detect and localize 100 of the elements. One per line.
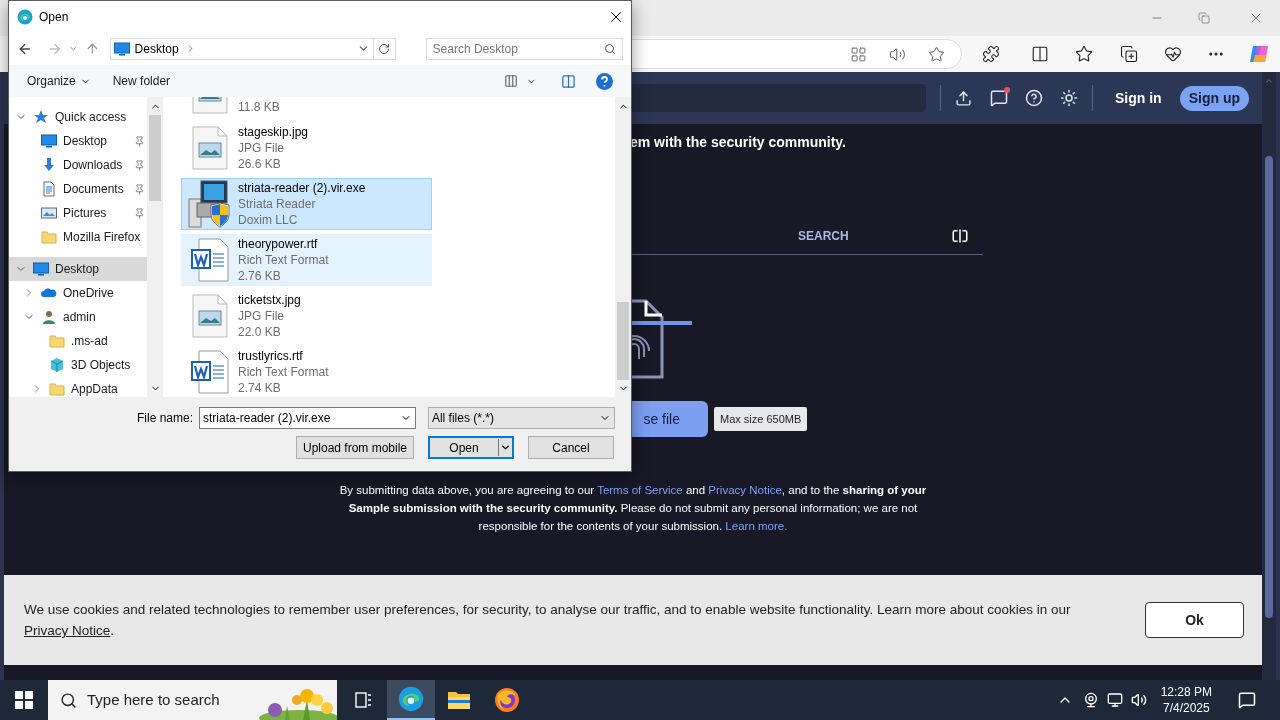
file-item[interactable]: theorypower.rtf Rich Text Format 2.76 KB	[181, 234, 432, 286]
read-aloud-icon[interactable]	[889, 45, 906, 63]
tree-label: Desktop	[55, 261, 100, 278]
messages-icon[interactable]	[990, 89, 1008, 107]
file-item[interactable]: striata-reader (2).vir.exe Striata Reader Doxim LLC	[181, 178, 432, 230]
file-item[interactable]: 11.8 KB	[181, 97, 432, 118]
privacy-link[interactable]: Privacy Notice	[24, 623, 111, 638]
file-name: trustlyrics.rtf	[238, 348, 304, 364]
new-folder-button[interactable]: New folder	[112, 72, 171, 90]
tree-item[interactable]: 3D Objects	[9, 353, 147, 377]
tree-label: admin	[63, 309, 96, 326]
upload-icon[interactable]	[955, 89, 972, 107]
file-detail: 2.74 KB	[238, 380, 282, 396]
refresh-icon[interactable]	[378, 42, 391, 55]
taskbar-app[interactable]	[387, 680, 435, 720]
app-grid-icon[interactable]	[850, 45, 867, 63]
tree-label: .ms-ad	[71, 333, 108, 350]
windows-logo-icon[interactable]	[15, 691, 33, 709]
sign-up-button[interactable]: Sign up	[1179, 85, 1249, 111]
cancel-button[interactable]: Cancel	[528, 436, 614, 459]
tree-item[interactable]: Mozilla Firefox	[9, 225, 147, 249]
tree-item[interactable]: .ms-ad	[9, 329, 147, 353]
collections-icon[interactable]	[1120, 45, 1138, 63]
file-type-dropdown[interactable]: All files (*.*)	[427, 406, 615, 429]
file-detail: Doxim LLC	[238, 212, 299, 228]
tree-item[interactable]: admin	[9, 305, 147, 329]
health-icon[interactable]	[1164, 45, 1182, 63]
tree-label: Quick access	[55, 109, 127, 126]
network-icon[interactable]	[1106, 692, 1123, 708]
file-detail: 11.8 KB	[238, 99, 280, 115]
file-name-input[interactable]: striata-reader (2).vir.exe	[203, 408, 400, 427]
firefox-logo-icon[interactable]	[494, 687, 520, 713]
download-icon	[41, 157, 57, 173]
folder-icon	[41, 229, 57, 245]
scrollbar-thumb[interactable]	[1265, 156, 1273, 618]
address-bar[interactable]: Desktop	[109, 37, 396, 60]
tree-label: Desktop	[63, 133, 108, 150]
volume-icon[interactable]	[1130, 692, 1147, 708]
copilot-logo-icon[interactable]	[1248, 43, 1270, 65]
word-document-icon	[191, 238, 229, 282]
scrollbar-thumb[interactable]	[617, 302, 629, 380]
browser-logo-icon	[398, 686, 424, 712]
notice-link[interactable]: Privacy Notice	[708, 484, 782, 496]
pictures-icon	[41, 205, 57, 221]
file-detail: 22.0 KB	[238, 324, 282, 340]
upload-button[interactable]: Upload from mobile	[296, 436, 414, 459]
up-icon[interactable]	[84, 41, 100, 56]
search-field[interactable]: Search Desktop	[425, 37, 623, 60]
favorite-icon[interactable]	[928, 45, 945, 63]
image-file-icon	[192, 294, 228, 338]
ok-button[interactable]: Ok	[1145, 602, 1244, 638]
webcam-icon[interactable]	[1082, 692, 1099, 708]
scrollbar-thumb[interactable]	[149, 115, 161, 201]
open-button[interactable]: Open	[428, 436, 514, 459]
file-detail: Striata Reader	[238, 196, 317, 212]
taskbar-search-field[interactable]: Type here to search	[48, 680, 337, 720]
tree-label: Documents	[63, 181, 124, 198]
notice-link[interactable]: Terms of Service	[597, 484, 683, 496]
clock[interactable]: 12:28 PM 7/4/2025	[1160, 684, 1212, 716]
cookie-text: We use cookies and related technologies to remember user preferences, for security, to analyse our traffic, and to enable website functionality. Learn more about cookies in our Privacy Notice.	[24, 601, 1072, 640]
image-file-icon	[192, 126, 228, 170]
folder-icon[interactable]	[447, 690, 471, 710]
help-icon[interactable]	[596, 72, 613, 90]
task-view-icon[interactable]	[353, 691, 373, 709]
tree-item[interactable]: AppData	[9, 377, 147, 397]
tree-item[interactable]: Pictures	[9, 201, 147, 225]
favorites-icon[interactable]	[1075, 45, 1093, 63]
monitor-icon	[113, 40, 130, 57]
search-input[interactable]: Search Desktop	[432, 39, 604, 58]
notice-link[interactable]: Learn more.	[725, 520, 788, 532]
file-item[interactable]: ticketstx.jpg JPG File 22.0 KB	[181, 290, 432, 342]
notifications-icon[interactable]	[1238, 691, 1256, 709]
theme-icon[interactable]	[1060, 89, 1078, 107]
tree-item[interactable]: Quick access	[9, 105, 147, 129]
taskbar-search-input[interactable]: Type here to search	[87, 688, 247, 712]
preview-pane-icon[interactable]	[561, 73, 576, 89]
split-screen-icon[interactable]	[1031, 45, 1049, 63]
caret-icon[interactable]	[500, 442, 511, 453]
tree-label: AppData	[71, 381, 118, 397]
tab[interactable]: SEARCH	[798, 226, 849, 245]
tree-item[interactable]: Documents	[9, 177, 147, 201]
tree-item[interactable]: Desktop	[9, 129, 147, 153]
organize-button[interactable]: Organize	[27, 72, 91, 90]
file-item[interactable]: stageskip.jpg JPG File 26.6 KB	[181, 122, 432, 174]
location-crumb[interactable]: Desktop	[134, 39, 179, 58]
sign-in-button[interactable]: Sign in	[1115, 87, 1162, 109]
split-icon[interactable]	[951, 226, 969, 245]
tree-item[interactable]: OneDrive	[9, 281, 147, 305]
tree-item[interactable]: Desktop	[9, 257, 147, 281]
tree-label: Pictures	[63, 205, 107, 222]
file-name-field[interactable]: striata-reader (2).vir.exe	[199, 406, 416, 429]
installer-icon	[187, 179, 233, 229]
dialog-title: Open	[39, 8, 69, 26]
file-name-label: File name:	[137, 409, 194, 427]
view-options-icon[interactable]	[504, 74, 518, 88]
tree-item[interactable]: Downloads	[9, 153, 147, 177]
tree-label: Downloads	[63, 157, 123, 174]
help-icon[interactable]	[1025, 89, 1043, 107]
file-item[interactable]: trustlyrics.rtf Rich Text Format 2.74 KB	[181, 346, 432, 397]
extensions-icon[interactable]	[982, 45, 1000, 63]
